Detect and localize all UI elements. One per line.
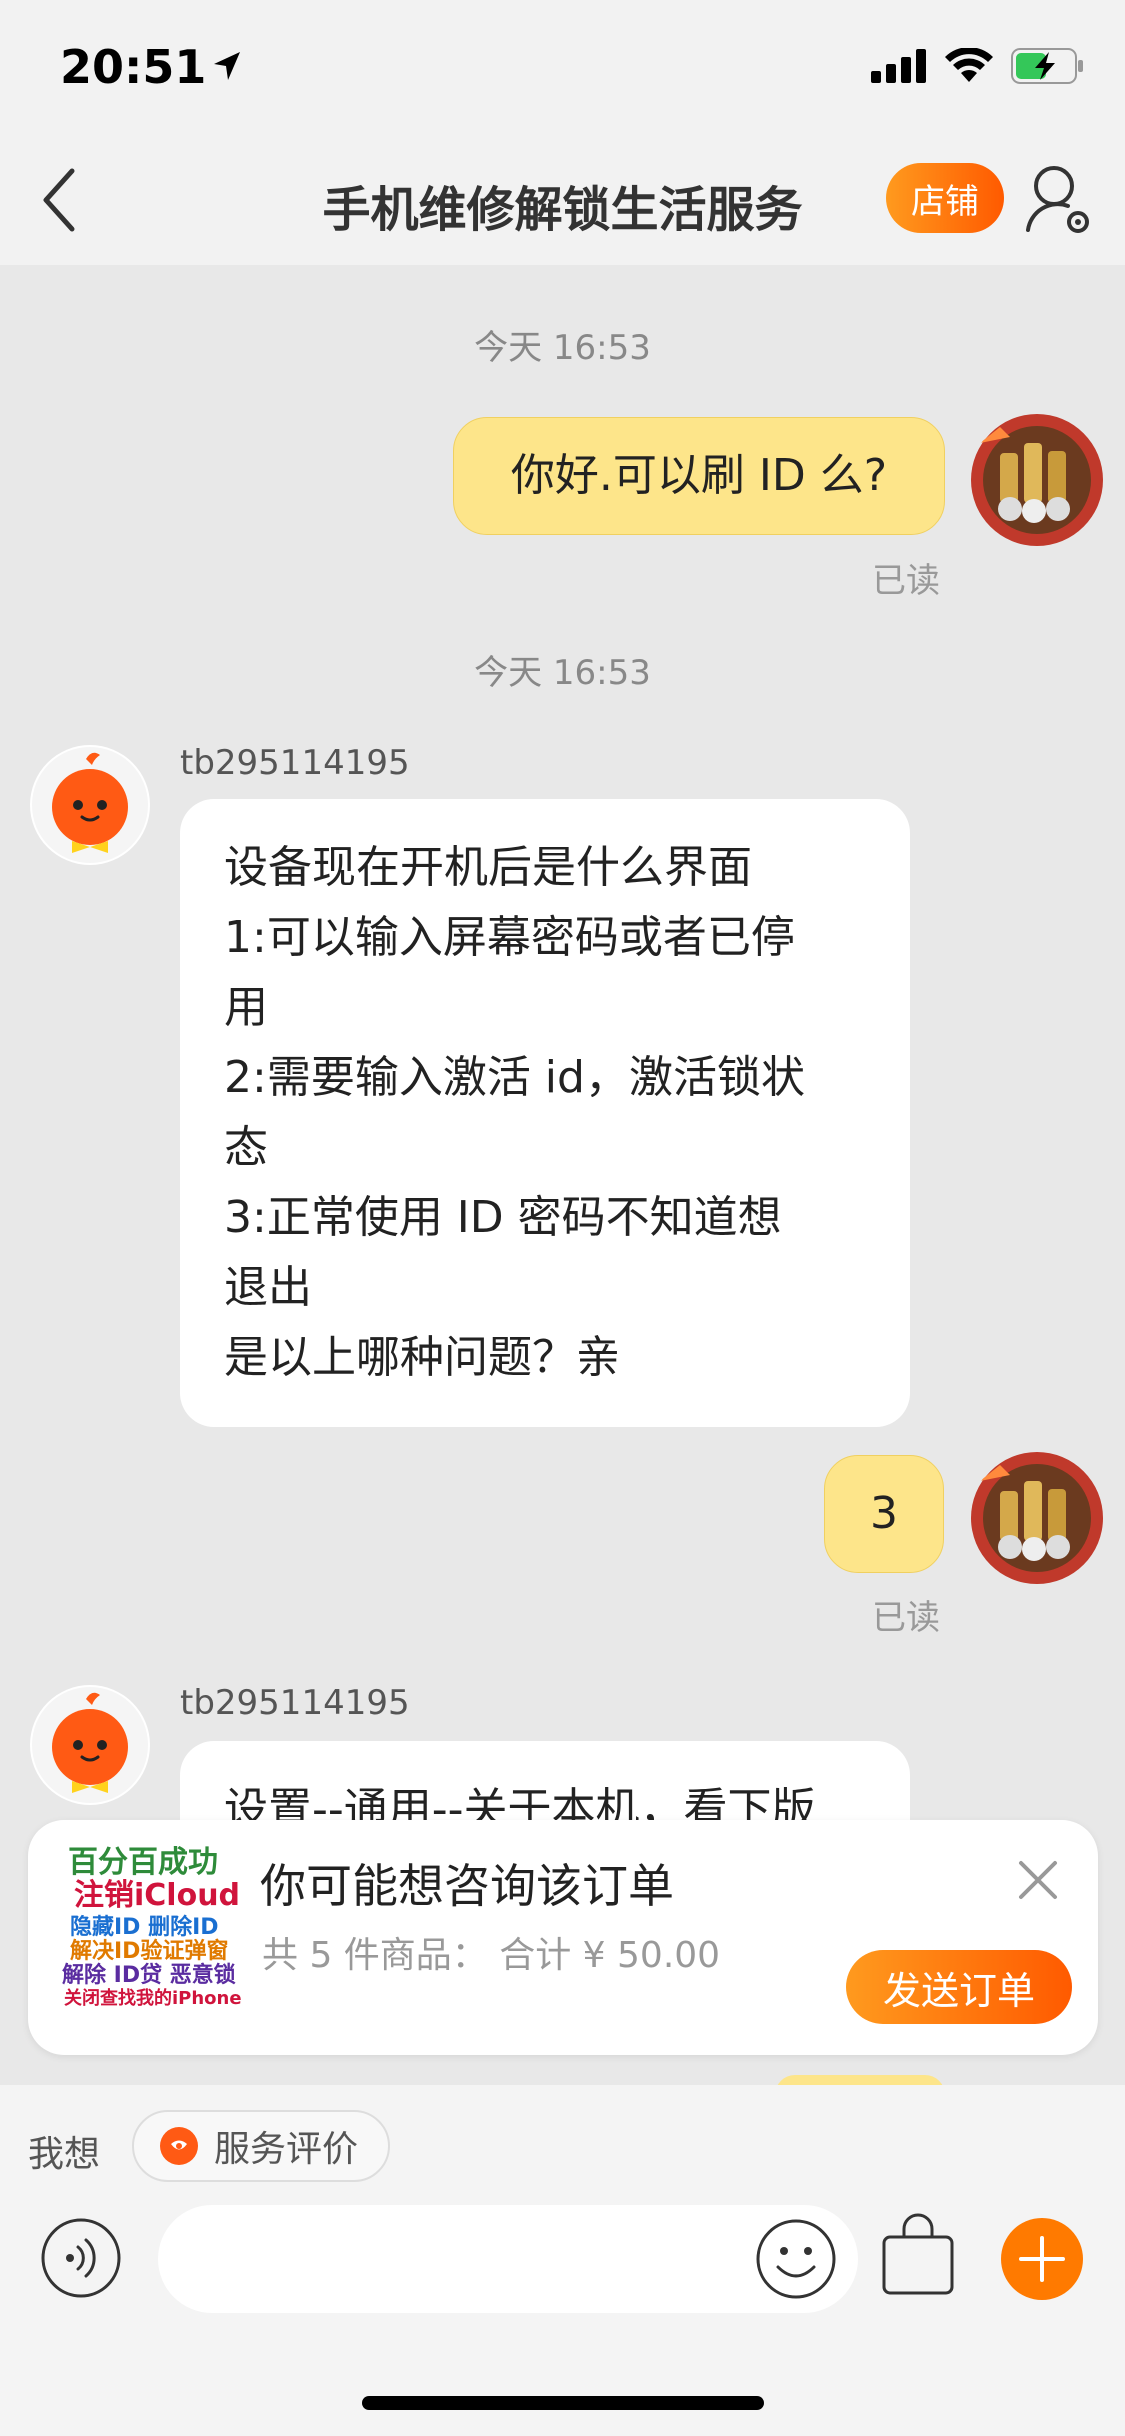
my-avatar-image — [971, 414, 1103, 546]
message-line: 态 — [224, 1122, 268, 1173]
input-toolbar: 我想 服务评价 — [0, 2085, 1125, 2436]
battery-charging-icon — [1011, 48, 1083, 84]
my-message-bubble[interactable]: 3 — [824, 1455, 944, 1573]
service-review-chip[interactable]: 服务评价 — [132, 2110, 390, 2182]
message-line: 3:正常使用 ID 密码不知道想 — [224, 1192, 782, 1243]
sender-name: tb295114195 — [180, 743, 410, 783]
message-text: 3 — [870, 1488, 898, 1539]
wifi-icon — [945, 48, 993, 82]
message-timestamp: 今天 16:53 — [474, 653, 651, 693]
seller-avatar[interactable] — [30, 745, 150, 865]
my-message-bubble[interactable]: 你好.可以刷 ID 么? — [453, 417, 945, 535]
message-line: 退出 — [224, 1262, 312, 1313]
message-line: 用 — [224, 982, 268, 1033]
message-input[interactable] — [158, 2205, 858, 2313]
thumb-text: 解决ID验证弹窗 — [70, 1939, 229, 1965]
location-arrow-icon — [214, 52, 241, 80]
message-line: 1:可以输入屏幕密码或者已停 — [224, 912, 795, 963]
thumb-text: 隐藏ID 删除ID — [70, 1915, 219, 1940]
home-indicator[interactable] — [362, 2396, 764, 2410]
my-avatar[interactable] — [970, 413, 1104, 547]
thumb-text: 注销iCloud — [74, 1878, 241, 1913]
emoji-icon[interactable] — [754, 2217, 838, 2301]
cellular-signal-icon — [871, 49, 926, 83]
message-line: 是以上哪种问题？亲 — [224, 1332, 620, 1383]
order-summary: 共 5 件商品： 合计 ¥ 50.00 — [262, 1935, 721, 1976]
order-card-title: 你可能想咨询该订单 — [260, 1859, 674, 1913]
read-receipt: 已读 — [872, 561, 940, 601]
chat-area[interactable]: 今天 16:53 你好.可以刷 ID 么? 已读 今天 16:53 tb2951… — [0, 265, 1125, 2115]
my-avatar-image — [971, 1452, 1103, 1584]
seller-avatar[interactable] — [30, 1685, 150, 1805]
read-receipt: 已读 — [872, 1598, 940, 1638]
voice-input-icon[interactable] — [40, 2217, 122, 2299]
message-line: 2:需要输入激活 id，激活锁状 — [224, 1052, 805, 1103]
order-suggestion-card[interactable]: 百分百成功 注销iCloud 隐藏ID 删除ID 解决ID验证弹窗 解除 ID贷… — [28, 1820, 1098, 2055]
message-text: 你好.可以刷 ID 么? — [510, 450, 888, 501]
send-order-button[interactable]: 发送订单 — [846, 1950, 1072, 2024]
shopping-bag-icon[interactable] — [880, 2213, 956, 2297]
wish-label: 我想 — [28, 2134, 101, 2175]
status-icons — [871, 48, 1085, 84]
top-bar: 20:51 手机维修解锁生活服务 店铺 — [0, 0, 1125, 265]
message-timestamp: 今天 16:53 — [474, 328, 651, 368]
close-icon[interactable] — [1013, 1855, 1063, 1905]
shop-button[interactable]: 店铺 — [886, 163, 1004, 233]
more-options-button[interactable] — [1001, 2218, 1083, 2300]
sender-name: tb295114195 — [180, 1683, 410, 1723]
thumb-text: 关闭查找我的iPhone — [64, 1987, 242, 2009]
status-time: 20:51 — [60, 40, 242, 94]
plus-icon — [1019, 2236, 1065, 2282]
status-time-text: 20:51 — [60, 40, 207, 94]
message-line: 设备现在开机后是什么界面 — [224, 842, 752, 893]
review-icon — [160, 2127, 198, 2165]
thumb-text: 百分百成功 — [68, 1845, 218, 1880]
thumb-text: 解除 ID贷 恶意锁 — [62, 1963, 236, 1989]
product-thumbnail[interactable]: 百分百成功 注销iCloud 隐藏ID 删除ID 解决ID验证弹窗 解除 ID贷… — [50, 1846, 260, 2031]
seller-message-bubble[interactable]: 设备现在开机后是什么界面 1:可以输入屏幕密码或者已停 用 2:需要输入激活 i… — [180, 799, 910, 1427]
chip-label: 服务评价 — [214, 2129, 359, 2170]
user-settings-icon[interactable] — [1024, 160, 1094, 240]
seller-mascot-icon — [32, 747, 148, 863]
seller-mascot-icon — [32, 1687, 148, 1803]
my-avatar[interactable] — [970, 1451, 1104, 1585]
